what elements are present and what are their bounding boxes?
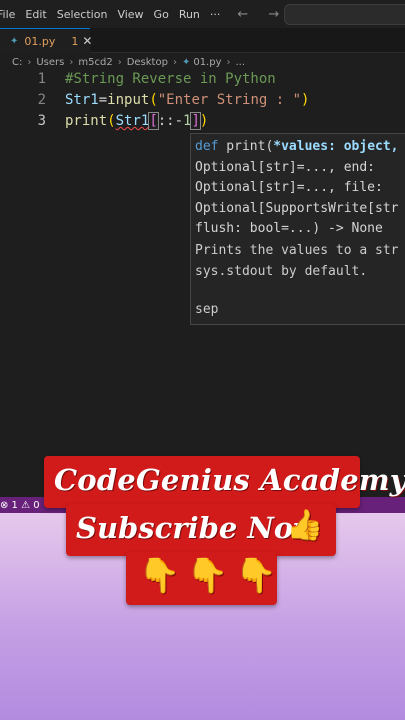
code-bracket: [	[148, 112, 159, 130]
chevron-right-icon: ›	[117, 56, 122, 68]
menu-go[interactable]: Go	[149, 8, 174, 21]
chevron-right-icon: ›	[172, 56, 177, 68]
breadcrumb-symbols[interactable]: ...	[236, 57, 246, 68]
code-function: input	[107, 92, 150, 108]
menu-view[interactable]: View	[112, 8, 148, 21]
breadcrumb-desktop[interactable]: Desktop	[127, 57, 168, 68]
code-line-1[interactable]: #String Reverse in Python	[65, 71, 276, 87]
tab-strip: ✦ 01.py 1 ✕	[0, 28, 405, 53]
code-comment: #String Reverse in Python	[65, 71, 276, 87]
thumbs-up-icon: 👍	[286, 508, 324, 543]
hover-sig-line: Optional[str]=..., file:	[195, 180, 383, 195]
problems-indicator[interactable]: ⊗ 1 ⚠ 0	[0, 500, 40, 511]
tab-label: 01.py	[24, 34, 56, 48]
code-paren: (	[149, 92, 158, 108]
code-paren: (	[107, 113, 116, 129]
command-center-search[interactable]	[284, 4, 405, 25]
code-line-3[interactable]: print(Str1[::-1])	[65, 112, 209, 130]
hover-keyword: def	[195, 139, 219, 154]
close-icon[interactable]: ✕	[82, 34, 92, 48]
breadcrumb-file[interactable]: 01.py	[193, 57, 221, 68]
hover-doc-sep: sep	[195, 302, 219, 317]
code-string: "Enter String : "	[157, 92, 302, 108]
code-function: print	[65, 113, 108, 129]
hover-doc: Prints the values to a str sys.stdout by…	[195, 241, 399, 282]
python-file-icon: ✦	[10, 35, 19, 47]
chevron-right-icon: ›	[226, 56, 231, 68]
breadcrumb-user[interactable]: m5cd2	[78, 57, 112, 68]
code-slice: ::-	[157, 113, 184, 129]
menu-file[interactable]: File	[0, 8, 20, 21]
menu-edit[interactable]: Edit	[20, 8, 51, 21]
hover-sig-line: Optional[SupportsWrite[str	[195, 200, 399, 216]
menu-selection[interactable]: Selection	[52, 8, 113, 21]
nav-arrows-icon[interactable]: ← →	[237, 7, 287, 22]
chevron-right-icon: ›	[27, 56, 32, 68]
breadcrumb-drive[interactable]: C:	[12, 57, 22, 68]
code-variable: Str1	[65, 92, 99, 108]
hover-param: *values: object,	[273, 139, 399, 154]
python-file-icon: ✦	[181, 56, 191, 68]
code-line-2[interactable]: Str1=input("Enter String : ")	[65, 92, 309, 108]
code-paren: )	[199, 113, 209, 129]
hover-doc-line: Prints the values to a str	[195, 243, 399, 258]
code-operator: =	[98, 92, 108, 108]
chevron-right-icon: ›	[69, 56, 74, 68]
code-paren: )	[301, 92, 310, 108]
editor-tab-01py[interactable]: ✦ 01.py 1 ✕	[0, 28, 92, 53]
hover-signature: def print(*values: object, Optional[str]…	[195, 137, 399, 240]
hover-sig-line: flush: bool=...) -> None	[195, 221, 383, 236]
pointing-down-icon: 👇👇👇	[138, 556, 284, 596]
line-number: 3	[37, 113, 46, 129]
hover-sig-line: Optional[str]=..., end:	[195, 159, 376, 175]
menu-more[interactable]: ···	[205, 8, 226, 21]
subscribe-text: Subscribe Now	[76, 511, 319, 545]
line-number: 2	[37, 92, 46, 108]
menu-bar: File Edit Selection View Go Run ··· ← →	[0, 0, 405, 28]
line-number: 1	[37, 71, 46, 87]
breadcrumb-users[interactable]: Users	[36, 57, 64, 68]
menu-run[interactable]: Run	[174, 8, 205, 21]
channel-title: CodeGenius Academy	[54, 463, 405, 497]
hover-tooltip: def print(*values: object, Optional[str]…	[190, 133, 405, 325]
hover-doc-line: sys.stdout by default.	[195, 263, 368, 279]
breadcrumb: C: › Users › m5cd2 › Desktop › ✦ 01.py ›…	[12, 54, 245, 70]
code-variable: Str1	[115, 113, 150, 129]
hover-fn: print(	[218, 139, 274, 154]
code-bracket: ]	[190, 112, 201, 130]
tab-problem-count: 1	[71, 34, 79, 48]
